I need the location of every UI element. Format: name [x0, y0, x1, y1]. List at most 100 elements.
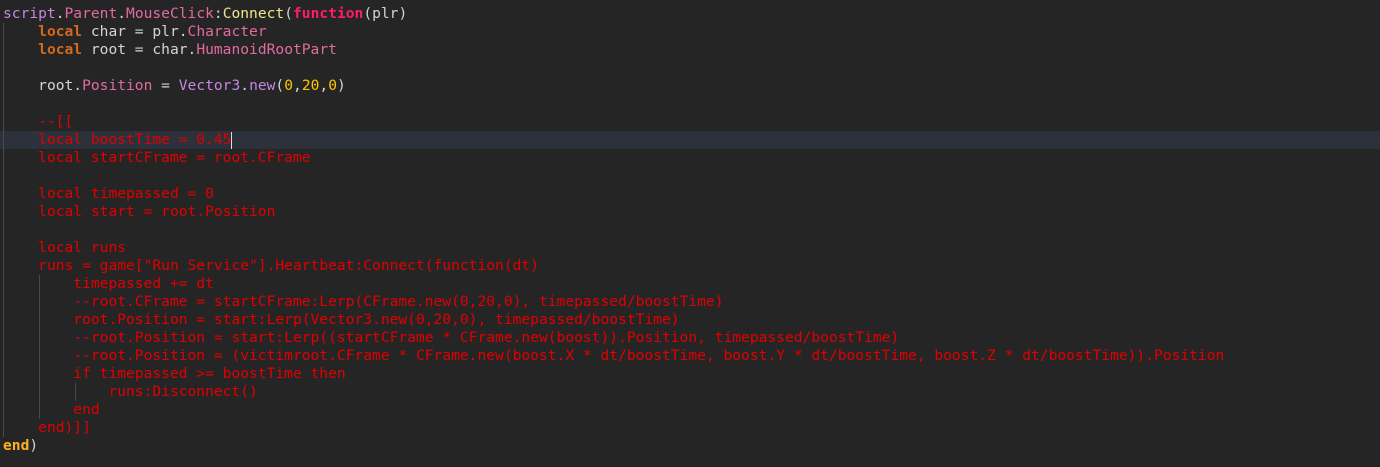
indent-guide — [3, 347, 4, 365]
indent-guide — [3, 239, 4, 257]
code-line[interactable]: --root.CFrame = startCFrame:Lerp(CFrame.… — [0, 293, 1380, 311]
indent-guide — [3, 41, 4, 59]
code-token: script — [3, 5, 56, 22]
code-line[interactable]: if timepassed >= boostTime then — [0, 365, 1380, 383]
code-token: . — [117, 5, 127, 22]
code-token: = — [152, 77, 179, 94]
code-token: end — [73, 401, 100, 418]
code-line[interactable]: local root = char.HumanoidRootPart — [0, 41, 1380, 59]
code-line[interactable]: --root.Position = start:Lerp((startCFram… — [0, 329, 1380, 347]
indent-guide — [3, 149, 4, 167]
code-token: 20 — [301, 77, 320, 94]
code-token: 0 — [328, 77, 337, 94]
code-token: root.Position = start:Lerp(Vector3.new(0… — [73, 311, 680, 328]
code-line[interactable]: end — [0, 401, 1380, 419]
indent-guide — [3, 131, 4, 149]
text-cursor — [231, 131, 233, 149]
code-line[interactable]: local boostTime = 0.45 — [0, 131, 1380, 149]
code-line[interactable] — [0, 167, 1380, 185]
code-editor[interactable]: script.Parent.MouseClick:Connect(functio… — [0, 5, 1380, 455]
code-token: local runs — [38, 239, 127, 256]
indent-guide — [39, 383, 40, 401]
indent-guide — [75, 383, 76, 401]
code-line[interactable]: runs = game["Run Service"].Heartbeat:Con… — [0, 257, 1380, 275]
indent-guide — [3, 257, 4, 275]
code-line[interactable] — [0, 59, 1380, 77]
code-token: MouseClick — [126, 5, 214, 22]
code-line[interactable]: root.Position = Vector3.new(0,20,0) — [0, 77, 1380, 95]
code-token: --root.CFrame = startCFrame:Lerp(CFrame.… — [73, 293, 724, 310]
code-line[interactable]: end) — [0, 437, 1380, 455]
code-line[interactable]: local start = root.Position — [0, 203, 1380, 221]
code-line[interactable]: --[[ — [0, 113, 1380, 131]
code-token: ) — [29, 437, 39, 454]
indent-guide — [3, 293, 4, 311]
code-line[interactable] — [0, 221, 1380, 239]
code-token: : — [213, 5, 223, 22]
indent-guide — [39, 365, 40, 383]
code-token: , — [293, 77, 302, 94]
indent-guide — [3, 185, 4, 203]
indent-guide — [3, 59, 4, 77]
code-token: --root.Position = (victimroot.CFrame * C… — [73, 347, 1225, 364]
code-token: timepassed += dt — [73, 275, 214, 292]
code-token: function — [293, 5, 364, 22]
code-token: end — [3, 437, 30, 454]
indent-guide — [39, 293, 40, 311]
code-token: local — [38, 23, 83, 40]
indent-guide — [3, 95, 4, 113]
indent-guide — [3, 311, 4, 329]
code-line[interactable]: local timepassed = 0 — [0, 185, 1380, 203]
code-token: --[[ — [38, 113, 74, 130]
indent-guide — [3, 329, 4, 347]
code-line[interactable]: local runs — [0, 239, 1380, 257]
indent-guide — [39, 311, 40, 329]
indent-guide — [3, 275, 4, 293]
indent-guide — [3, 401, 4, 419]
indent-guide — [3, 383, 4, 401]
code-token: , — [319, 77, 329, 94]
code-token: end)]] — [38, 419, 91, 436]
code-token: local boostTime = 0.45 — [38, 131, 232, 148]
code-token: HumanoidRootPart — [196, 41, 337, 58]
code-token: ( — [275, 77, 285, 94]
code-token: local timepassed = 0 — [38, 185, 214, 202]
code-line[interactable]: local char = plr.Character — [0, 23, 1380, 41]
code-token: Parent — [64, 5, 118, 22]
code-token: --root.Position = start:Lerp((startCFram… — [73, 329, 900, 346]
code-token: Vector3 — [178, 77, 241, 94]
code-line[interactable]: root.Position = start:Lerp(Vector3.new(0… — [0, 311, 1380, 329]
indent-guide — [39, 347, 40, 365]
indent-guide — [3, 365, 4, 383]
code-line[interactable]: end)]] — [0, 419, 1380, 437]
code-token: ) — [336, 77, 346, 94]
code-line[interactable]: --root.Position = (victimroot.CFrame * C… — [0, 347, 1380, 365]
indent-guide — [3, 221, 4, 239]
code-line[interactable]: local startCFrame = root.CFrame — [0, 149, 1380, 167]
code-token: Character — [187, 23, 267, 40]
indent-guide — [3, 203, 4, 221]
code-token: local start = root.Position — [38, 203, 276, 220]
code-line[interactable]: timepassed += dt — [0, 275, 1380, 293]
indent-guide — [39, 329, 40, 347]
code-token: root. — [38, 77, 83, 94]
code-line[interactable] — [0, 95, 1380, 113]
code-token: Connect — [222, 5, 285, 22]
code-line[interactable]: runs:Disconnect() — [0, 383, 1380, 401]
indent-guide — [3, 113, 4, 131]
code-token: . — [55, 5, 65, 22]
code-token: root = char. — [82, 41, 197, 58]
code-token: ( — [284, 5, 294, 22]
code-token: runs = game["Run Service"].Heartbeat:Con… — [38, 257, 539, 274]
code-token: if timepassed >= boostTime then — [73, 365, 346, 382]
indent-guide — [3, 167, 4, 185]
code-token: . — [240, 77, 250, 94]
code-token: (plr) — [363, 5, 408, 22]
code-line[interactable]: script.Parent.MouseClick:Connect(functio… — [0, 5, 1380, 23]
code-token: new — [249, 77, 276, 94]
code-token: 0 — [284, 77, 294, 94]
code-token: local startCFrame = root.CFrame — [38, 149, 311, 166]
indent-guide — [3, 419, 4, 437]
indent-guide — [39, 401, 40, 419]
indent-guide — [39, 275, 40, 293]
